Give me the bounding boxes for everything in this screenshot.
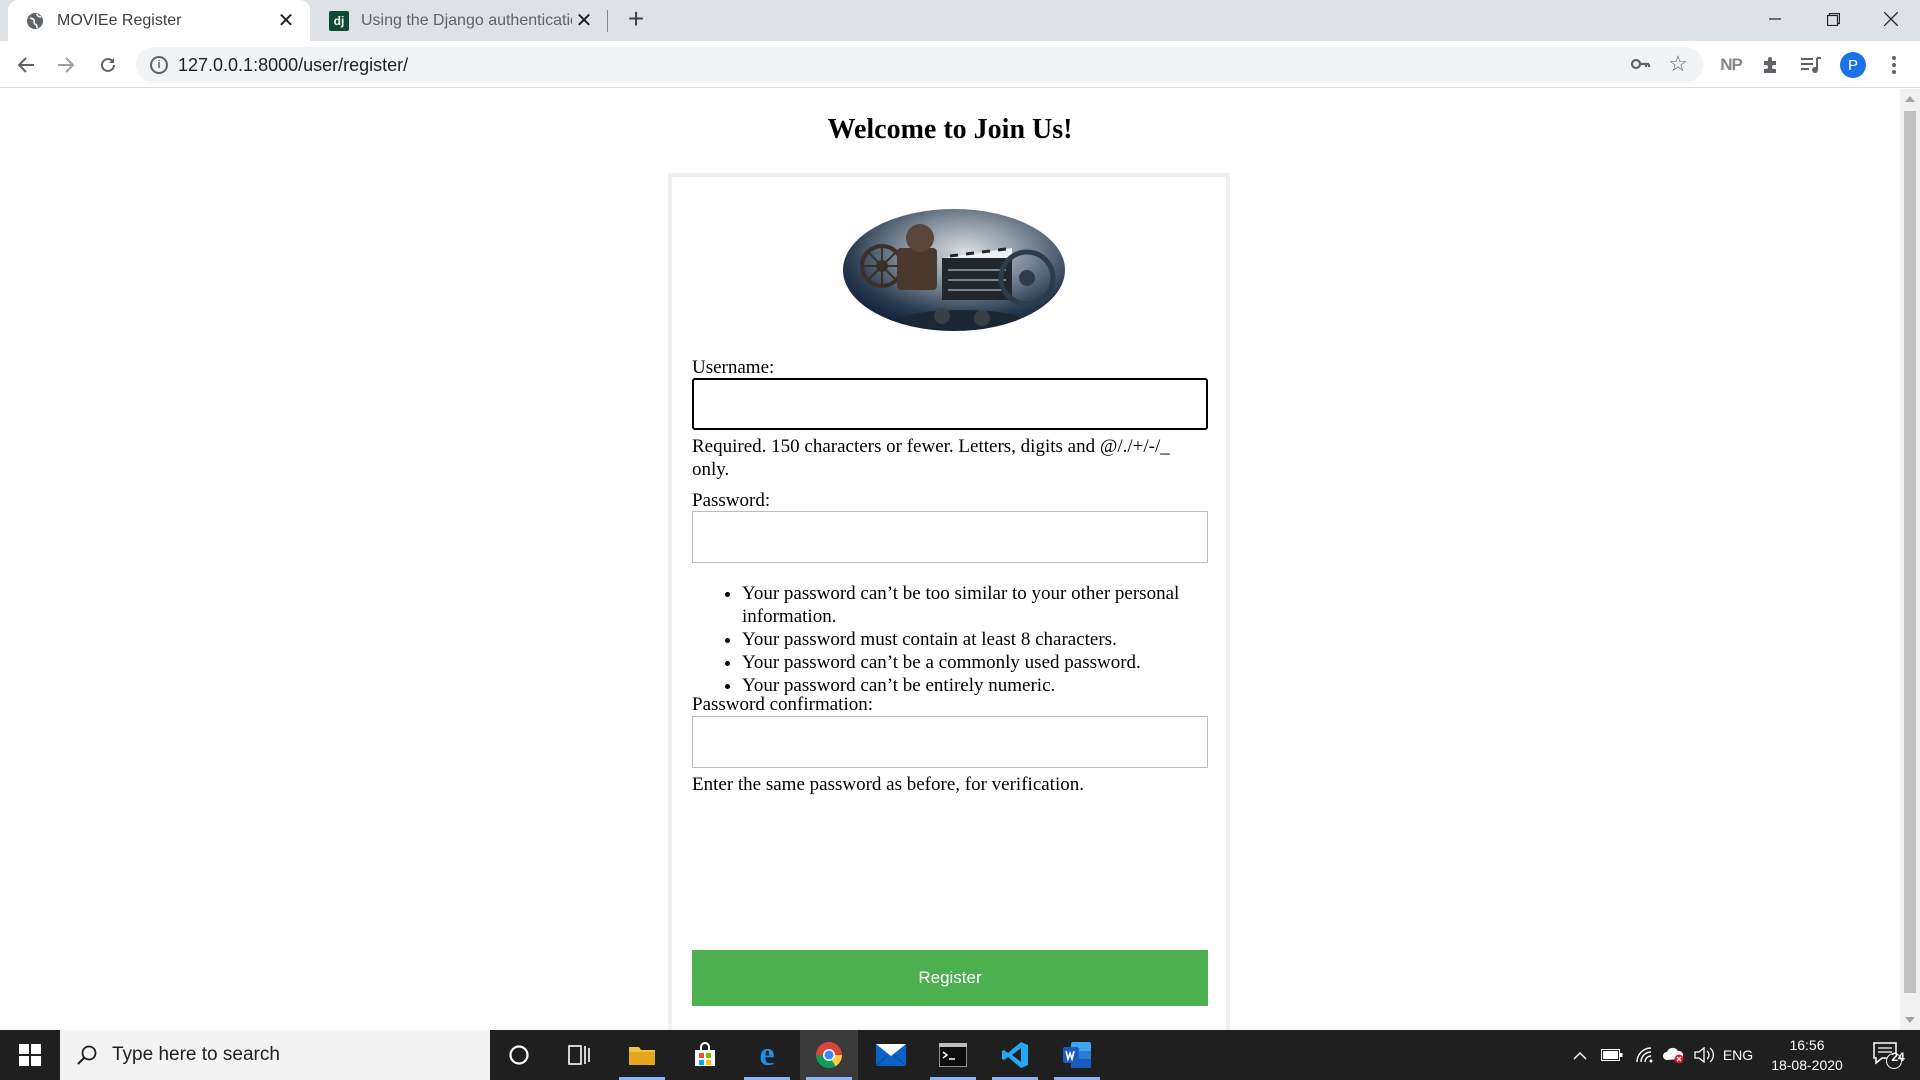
address-bar[interactable]: i 127.0.0.1:8000/user/register/ ☆: [136, 47, 1703, 83]
password-confirmation-input[interactable]: [692, 716, 1208, 768]
reload-button[interactable]: [92, 49, 124, 81]
close-tab-icon[interactable]: ✕: [572, 9, 596, 33]
username-input[interactable]: [692, 378, 1208, 430]
key-icon[interactable]: [1629, 53, 1653, 77]
taskbar-search-box[interactable]: Type here to search: [60, 1030, 490, 1080]
tab-separator: [607, 10, 608, 32]
action-center-button[interactable]: 24: [1862, 1030, 1912, 1080]
clock-date: 18-08-2020: [1771, 1057, 1843, 1073]
word-icon[interactable]: [1048, 1030, 1106, 1080]
forward-button[interactable]: [50, 49, 82, 81]
tab-title: Using the Django authentication: [361, 11, 572, 29]
restore-button[interactable]: [1804, 0, 1862, 38]
page-content: Welcome to Join Us! Username: Required. …: [0, 89, 1900, 1030]
back-arrow-icon: [17, 57, 34, 73]
chrome-icon[interactable]: [800, 1030, 858, 1080]
system-clock[interactable]: 16:56 18-08-2020: [1762, 1035, 1852, 1075]
task-view-icon[interactable]: [550, 1030, 608, 1080]
password-rule: Your password can’t be too similar to yo…: [742, 582, 1212, 628]
back-button[interactable]: [10, 49, 42, 81]
page-scrollbar[interactable]: [1900, 89, 1920, 1030]
avatar: P: [1840, 52, 1866, 78]
password-rule: Your password can’t be a commonly used p…: [742, 651, 1212, 674]
notification-count-badge: 24: [1891, 1050, 1905, 1064]
wifi-icon[interactable]: [1632, 1030, 1658, 1080]
volume-icon[interactable]: [1690, 1030, 1718, 1080]
close-tab-icon[interactable]: ✕: [274, 9, 298, 33]
forward-arrow-icon: [58, 57, 75, 73]
terminal-icon[interactable]: [924, 1030, 982, 1080]
username-help-text: Required. 150 characters or fewer. Lette…: [692, 436, 1170, 480]
reload-icon: [101, 57, 115, 72]
site-info-icon[interactable]: i: [150, 56, 168, 74]
tab-django-auth[interactable]: dj Using the Django authentication ✕: [312, 0, 608, 41]
minimize-button[interactable]: [1746, 0, 1804, 38]
password-input[interactable]: [692, 511, 1208, 563]
vscode-icon[interactable]: [986, 1030, 1044, 1080]
new-tab-button[interactable]: +: [622, 5, 650, 34]
menu-kebab-icon[interactable]: [1878, 49, 1910, 81]
scroll-up-arrow-icon[interactable]: [1905, 96, 1915, 102]
file-explorer-icon[interactable]: [613, 1030, 671, 1080]
extensions-puzzle-icon[interactable]: [1755, 49, 1787, 81]
url-text[interactable]: 127.0.0.1:8000/user/register/: [178, 55, 408, 76]
register-button[interactable]: Register: [692, 950, 1208, 1006]
movie-projector-image: [842, 208, 1066, 332]
django-icon: dj: [329, 10, 349, 31]
profile-avatar[interactable]: P: [1837, 49, 1869, 81]
page-title: Welcome to Join Us!: [827, 114, 1073, 145]
mail-icon[interactable]: [862, 1030, 920, 1080]
username-label: Username:: [692, 357, 775, 378]
edge-icon[interactable]: e: [738, 1030, 796, 1080]
onedrive-sync-error-icon[interactable]: [1660, 1030, 1688, 1080]
tab-title: MOVIEe Register: [57, 11, 182, 29]
tab-strip: MOVIEe Register ✕ dj Using the Django au…: [0, 0, 1920, 41]
star-bookmark-icon[interactable]: ☆: [1665, 51, 1691, 77]
browser-toolbar: i 127.0.0.1:8000/user/register/ ☆ NP P: [0, 41, 1920, 88]
password-confirmation-label: Password confirmation:: [692, 694, 874, 715]
show-hidden-icons-chevron-icon[interactable]: [1568, 1030, 1592, 1080]
tab-moviee-register[interactable]: MOVIEe Register ✕: [8, 0, 310, 41]
close-window-button[interactable]: [1862, 0, 1920, 38]
windows-taskbar: Type here to search e ENG 16:56 18-08-20…: [0, 1030, 1920, 1080]
scrollbar-thumb[interactable]: [1904, 111, 1916, 993]
register-form-card: Username: Required. 150 characters or fe…: [668, 173, 1230, 1030]
password-rule: Your password must contain at least 8 ch…: [742, 628, 1212, 651]
windows-start-button[interactable]: [0, 1030, 60, 1080]
media-control-icon[interactable]: [1795, 49, 1827, 81]
windows-logo-icon: [19, 1044, 41, 1066]
battery-icon[interactable]: [1598, 1030, 1626, 1080]
search-placeholder: Type here to search: [112, 1044, 280, 1065]
globe-icon: [25, 11, 45, 31]
np-extension-button[interactable]: NP: [1715, 49, 1747, 81]
password-confirmation-help-text: Enter the same password as before, for v…: [692, 774, 1084, 795]
password-label: Password:: [692, 490, 771, 511]
scroll-down-arrow-icon[interactable]: [1905, 1017, 1915, 1023]
np-extension-label: NP: [1720, 55, 1743, 74]
clock-time: 16:56: [1789, 1037, 1825, 1053]
microsoft-store-icon[interactable]: [676, 1030, 734, 1080]
language-indicator[interactable]: ENG: [1718, 1030, 1758, 1080]
cortana-icon[interactable]: [490, 1030, 548, 1080]
password-rules-list: Your password can’t be too similar to yo…: [742, 582, 1212, 697]
search-icon: [77, 1045, 97, 1065]
